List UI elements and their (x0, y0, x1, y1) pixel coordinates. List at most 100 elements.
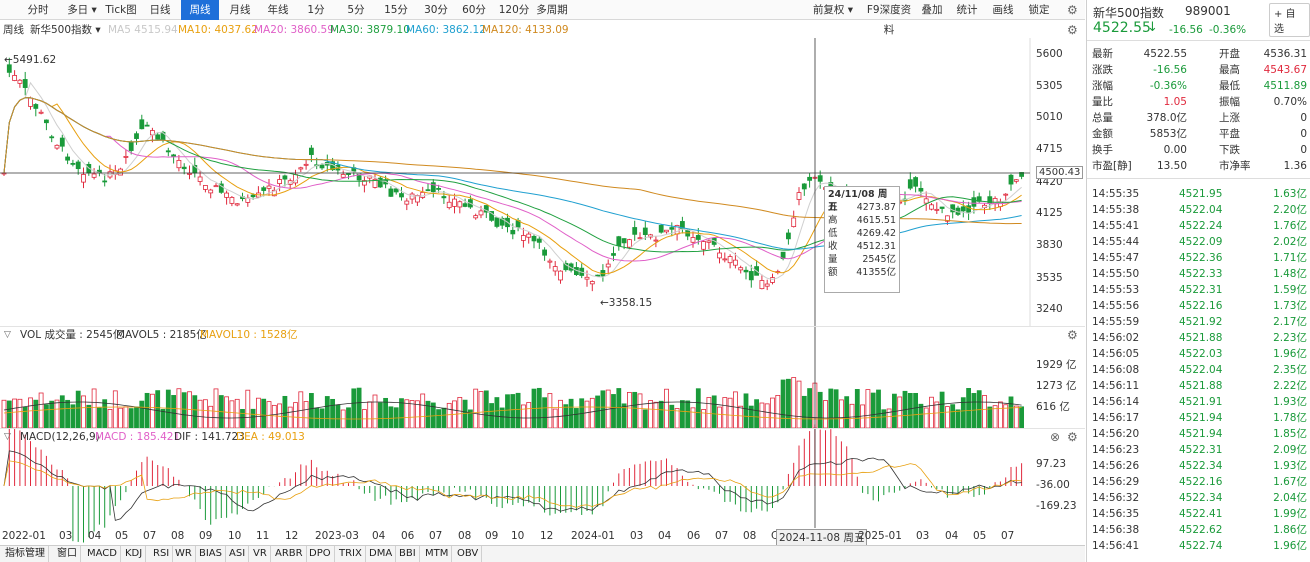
close-icon[interactable]: ⊗ (1050, 431, 1062, 443)
candle-body (611, 253, 616, 256)
tab-indicator-manage[interactable]: 指标管理 (2, 546, 49, 562)
tab-1min[interactable]: 1分 (302, 0, 330, 20)
tab-wr[interactable]: WR (172, 546, 196, 562)
volume-settings-icon[interactable]: ⚙ (1067, 329, 1079, 341)
candle-body (462, 203, 468, 207)
tab-asi[interactable]: ASI (226, 546, 250, 562)
volume-bar (653, 401, 659, 429)
candle-body (526, 233, 532, 238)
volume-bar (674, 408, 680, 429)
candle-body (70, 162, 76, 165)
tick-row: 14:55:44 4522.09 2.02亿 (1087, 234, 1310, 250)
volume-bar (478, 391, 484, 429)
candle-body (722, 258, 728, 261)
tab-mtm[interactable]: MTM (422, 546, 453, 562)
x-tick: 11 (256, 530, 270, 542)
x-tick: 2023-03 (315, 530, 359, 542)
tab-vr[interactable]: VR (250, 546, 271, 562)
tick-price: 4522.33 (1179, 268, 1223, 280)
crosshair-date-label: 2024-11-08 周五 (776, 529, 868, 546)
tick-time: 14:56:11 (1092, 380, 1140, 392)
candle-body (81, 174, 86, 183)
candle-body (748, 271, 754, 281)
volume-bar (202, 399, 208, 429)
stat-label: 最新 (1092, 48, 1113, 60)
volume-bar (987, 406, 993, 429)
volume-bar (134, 406, 139, 429)
tick-row: 14:56:20 4521.94 1.85亿 (1087, 426, 1310, 442)
statistics-button[interactable]: 统计 (952, 0, 982, 20)
volume-bar (929, 396, 934, 429)
tab-weekly[interactable]: 周线 (181, 0, 219, 20)
lock-button[interactable]: 锁定 (1024, 0, 1054, 20)
volume-bar (377, 402, 383, 429)
tab-dpo[interactable]: DPO (306, 546, 335, 562)
volume-bar (907, 393, 913, 429)
tab-5min[interactable]: 5分 (340, 0, 372, 20)
candle-body (102, 180, 108, 183)
tick-row: 14:55:35 4521.95 1.63亿 (1087, 186, 1310, 202)
tab-intraday[interactable]: 分时 (24, 0, 52, 20)
volume-bar (165, 389, 171, 429)
overlay-button[interactable]: 叠加 (918, 0, 946, 20)
candle-body (934, 208, 940, 211)
f9-deep-data-button[interactable]: F9深度资料 (862, 0, 916, 36)
tab-tick[interactable]: Tick图 (104, 0, 138, 20)
tick-price: 4522.04 (1179, 204, 1223, 216)
kline-chart[interactable] (0, 38, 1085, 546)
candle-body (1013, 179, 1019, 182)
tab-multi-day[interactable]: 多日 ▾ (64, 0, 100, 20)
tab-yearly[interactable]: 年线 (262, 0, 294, 20)
volume-tick: 1929 亿 (1036, 359, 1077, 371)
volume-bars (1, 377, 1024, 429)
volume-bar (149, 393, 155, 429)
candle-body (536, 238, 542, 243)
macd-settings-icon[interactable]: ⚙ (1067, 431, 1079, 443)
tab-60min[interactable]: 60分 (458, 0, 490, 20)
tab-multi-period[interactable]: 多周期 (534, 0, 570, 20)
stat-row: 量比 1.05 振幅 0.70% (1087, 94, 1310, 110)
tab-kdj[interactable]: KDJ (122, 546, 147, 562)
volume-bar (632, 391, 638, 429)
volume-bar (335, 404, 341, 429)
tab-rsi[interactable]: RSI (150, 546, 174, 562)
tab-bbi[interactable]: BBI (396, 546, 420, 562)
volume-bar (303, 401, 309, 429)
volume-bar (197, 399, 203, 429)
candle-body (658, 225, 664, 233)
volume-bar (690, 407, 696, 429)
collapse-icon[interactable]: ▽ (4, 429, 11, 445)
candle-body (960, 206, 966, 212)
candle-body (436, 188, 442, 190)
tab-30min[interactable]: 30分 (420, 0, 452, 20)
draw-line-button[interactable]: 画线 (988, 0, 1018, 20)
tab-obv[interactable]: OBV (454, 546, 483, 562)
tab-monthly[interactable]: 月线 (224, 0, 256, 20)
tab-dma[interactable]: DMA (366, 546, 397, 562)
tab-window[interactable]: 窗口 (54, 546, 81, 562)
tab-bias[interactable]: BIAS (196, 546, 226, 562)
volume-bar (112, 390, 118, 429)
settings-icon[interactable]: ⚙ (1067, 4, 1079, 16)
index-selector[interactable]: 新华500指数 ▾ (30, 21, 101, 39)
add-watchlist-button[interactable]: + 自选 (1269, 3, 1310, 37)
tab-trix[interactable]: TRIX (336, 546, 366, 562)
tab-15min[interactable]: 15分 (380, 0, 412, 20)
tab-120min[interactable]: 120分 (496, 0, 532, 20)
macd-value: MACD : 185.421 (95, 431, 181, 443)
tick-time: 14:56:08 (1092, 364, 1140, 376)
stat-label: 涨跌 (1092, 64, 1113, 76)
volume-bar (1, 399, 7, 429)
tab-daily[interactable]: 日线 (144, 0, 176, 20)
tooltip-key: 收 (828, 241, 838, 252)
adjust-dropdown[interactable]: 前复权 ▾ (810, 0, 856, 20)
collapse-icon[interactable]: ▽ (4, 327, 11, 343)
tab-arbr[interactable]: ARBR (272, 546, 307, 562)
volume-bar (308, 393, 314, 429)
candle-body (801, 183, 807, 190)
candle-body (277, 179, 283, 184)
volume-bar (823, 400, 828, 429)
volume-bar (727, 397, 733, 429)
main-panel-settings-icon[interactable]: ⚙ (1067, 24, 1079, 36)
tab-macd[interactable]: MACD (84, 546, 121, 562)
